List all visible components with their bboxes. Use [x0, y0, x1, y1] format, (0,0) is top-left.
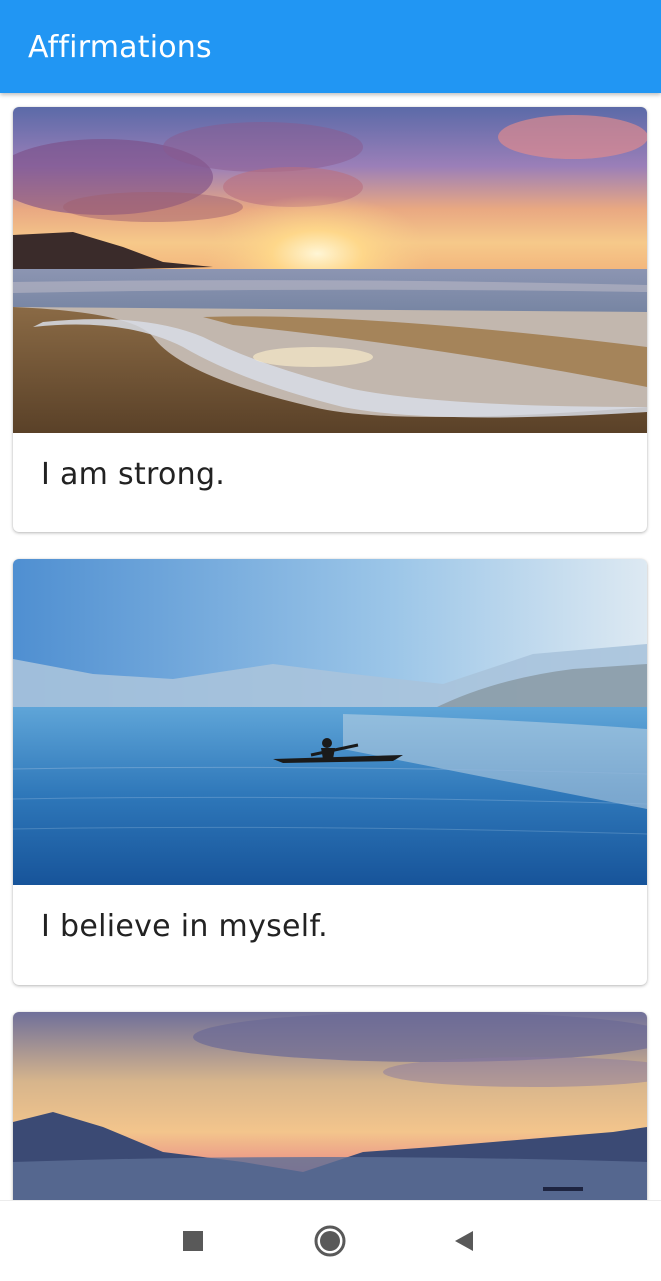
app-title: Affirmations [28, 30, 212, 65]
recents-button[interactable] [171, 1219, 215, 1263]
affirmation-card[interactable]: I am strong. [13, 107, 647, 532]
back-triangle-icon [455, 1231, 473, 1251]
affirmations-list[interactable]: I am strong. I believe in myself. [0, 93, 661, 1200]
affirmation-card[interactable]: I believe in myself. [13, 559, 647, 985]
system-navigation-bar [0, 1200, 661, 1281]
affirmation-text: I am strong. [41, 457, 226, 492]
lake-kayaker-image [13, 559, 647, 885]
affirmation-text: I believe in myself. [41, 909, 328, 944]
back-button[interactable] [442, 1219, 486, 1263]
mountain-dusk-image [13, 1012, 647, 1200]
app-bar: Affirmations [0, 0, 661, 93]
home-circle-icon [314, 1225, 346, 1257]
affirmation-card[interactable] [13, 1012, 647, 1200]
sunset-beach-image [13, 107, 647, 433]
recents-square-icon [183, 1231, 203, 1251]
home-button[interactable] [308, 1219, 352, 1263]
